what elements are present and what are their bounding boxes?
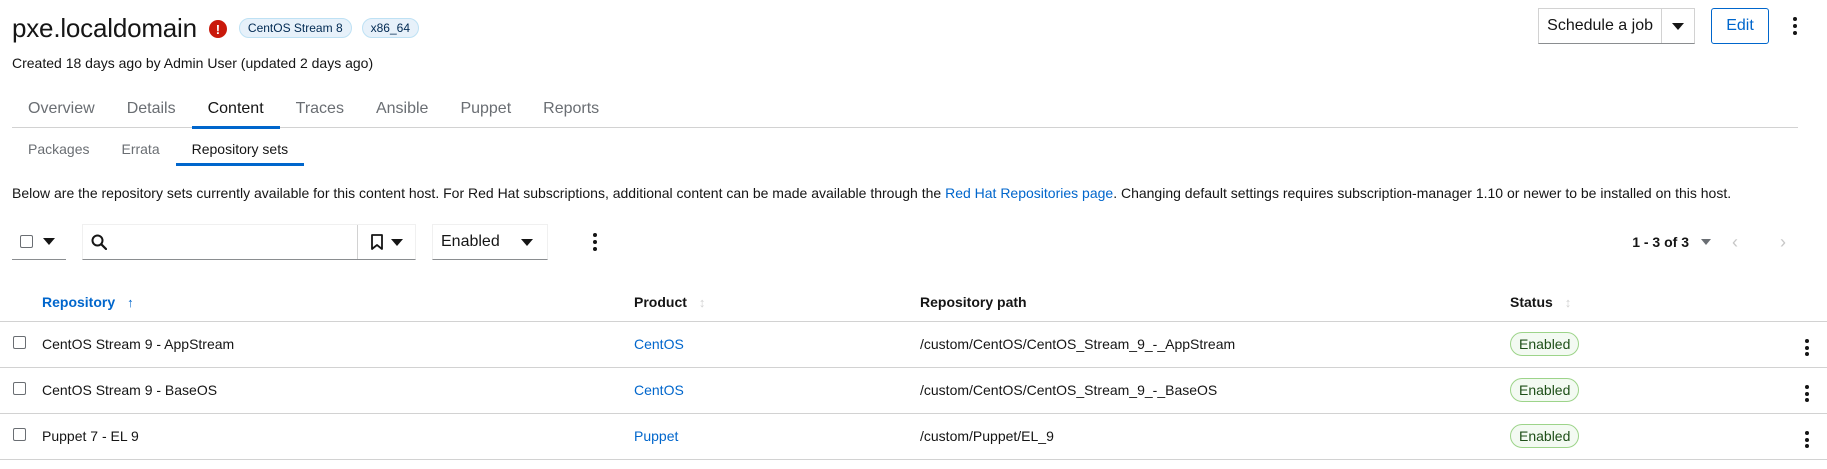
status-filter-select[interactable]: Enabled <box>432 224 548 260</box>
column-header-product[interactable]: Product ↕ <box>634 283 920 322</box>
caret-down-icon[interactable] <box>1701 239 1711 245</box>
table-toolbar: Enabled 1 - 3 of 3 ‹ › <box>12 224 1807 262</box>
row-kebab-icon[interactable] <box>1805 384 1809 404</box>
edit-button[interactable]: Edit <box>1711 8 1769 44</box>
sort-icon: ↕ <box>698 294 706 310</box>
table-row: CentOS Stream 9 - BaseOS CentOS /custom/… <box>0 367 1827 414</box>
description-text-before: Below are the repository sets currently … <box>12 185 946 201</box>
product-link[interactable]: Puppet <box>634 428 678 444</box>
repository-path: /custom/CentOS/CentOS_Stream_9_-_BaseOS <box>920 367 1510 414</box>
tab-overview[interactable]: Overview <box>12 90 111 128</box>
repository-sets-table: Repository ↑ Product ↕ Repository path Sta… <box>0 283 1827 460</box>
tab-reports[interactable]: Reports <box>527 90 615 128</box>
toolbar-kebab-icon[interactable] <box>583 224 607 260</box>
schedule-job-toggle[interactable] <box>1662 9 1694 43</box>
repository-name: CentOS Stream 9 - BaseOS <box>42 367 634 414</box>
search-bar <box>82 224 416 260</box>
row-kebab-icon[interactable] <box>1805 338 1809 358</box>
status-filter-value: Enabled <box>441 233 500 250</box>
bulk-select-dropdown[interactable] <box>12 224 66 260</box>
tab-details[interactable]: Details <box>111 90 192 128</box>
table-row: CentOS Stream 9 - AppStream CentOS /cust… <box>0 321 1827 368</box>
search-icon <box>83 225 115 259</box>
bookmark-icon <box>370 234 383 250</box>
tab-puppet[interactable]: Puppet <box>444 90 527 128</box>
status-badge: Enabled <box>1510 424 1580 448</box>
row-checkbox[interactable] <box>13 336 26 349</box>
caret-down-icon <box>390 238 403 246</box>
arch-label: x86_64 <box>361 18 419 38</box>
product-link[interactable]: CentOS <box>634 336 684 352</box>
row-checkbox[interactable] <box>13 382 26 395</box>
row-checkbox[interactable] <box>13 428 26 441</box>
tab-traces[interactable]: Traces <box>280 90 360 128</box>
header-kebab-icon[interactable] <box>1783 8 1807 44</box>
tab-content[interactable]: Content <box>191 90 280 129</box>
sort-up-icon: ↑ <box>127 294 134 310</box>
sort-icon: ↕ <box>1564 294 1572 310</box>
header-actions: Schedule a job Edit <box>1538 8 1807 44</box>
row-kebab-icon[interactable] <box>1805 430 1809 450</box>
content-subtabs: Packages Errata Repository sets <box>12 132 305 168</box>
previous-page-icon[interactable]: ‹ <box>1711 232 1759 253</box>
exclamation-circle-icon[interactable]: ! <box>208 20 227 38</box>
bookmark-dropdown[interactable] <box>357 225 415 259</box>
subtab-packages[interactable]: Packages <box>12 132 105 166</box>
red-hat-repositories-link[interactable]: Red Hat Repositories page <box>945 185 1113 201</box>
column-header-repository-path: Repository path <box>920 283 1510 322</box>
select-all-checkbox[interactable] <box>20 235 33 248</box>
caret-down-icon <box>1672 22 1684 30</box>
description-text-after: . Changing default settings requires sub… <box>1113 185 1732 201</box>
repository-name: CentOS Stream 9 - AppStream <box>42 321 634 368</box>
pagination-count[interactable]: 1 - 3 of 3 <box>1632 234 1689 250</box>
repository-name: Puppet 7 - EL 9 <box>42 413 634 460</box>
page-title: pxe.localdomain <box>12 12 197 43</box>
search-input[interactable] <box>115 225 357 259</box>
actions-column-header <box>1787 283 1827 322</box>
product-link[interactable]: CentOS <box>634 382 684 398</box>
schedule-job-dropdown[interactable]: Schedule a job <box>1538 8 1695 44</box>
pagination: 1 - 3 of 3 ‹ › <box>1632 224 1807 260</box>
column-header-status[interactable]: Status ↕ <box>1510 283 1787 322</box>
status-badge: Enabled <box>1510 378 1580 402</box>
os-label: CentOS Stream 8 <box>238 18 352 38</box>
created-info: Created 18 days ago by Admin User (updat… <box>12 55 374 71</box>
caret-down-icon <box>521 238 533 246</box>
repository-sets-description: Below are the repository sets currently … <box>12 185 1731 201</box>
table-row: Puppet 7 - EL 9 Puppet /custom/Puppet/EL… <box>0 413 1827 460</box>
next-page-icon[interactable]: › <box>1759 232 1807 253</box>
subtab-errata[interactable]: Errata <box>105 132 175 166</box>
column-header-repository[interactable]: Repository ↑ <box>42 283 634 322</box>
subtab-repository-sets[interactable]: Repository sets <box>175 132 305 166</box>
main-tabs: Overview Details Content Traces Ansible … <box>12 90 1798 129</box>
repository-path: /custom/CentOS/CentOS_Stream_9_-_AppStre… <box>920 321 1510 368</box>
table-header-row: Repository ↑ Product ↕ Repository path Sta… <box>0 283 1827 322</box>
caret-down-icon <box>43 238 55 245</box>
tab-ansible[interactable]: Ansible <box>360 90 444 128</box>
select-column-header <box>0 283 42 322</box>
schedule-job-button[interactable]: Schedule a job <box>1539 9 1662 43</box>
repository-path: /custom/Puppet/EL_9 <box>920 413 1510 460</box>
status-badge: Enabled <box>1510 332 1580 356</box>
